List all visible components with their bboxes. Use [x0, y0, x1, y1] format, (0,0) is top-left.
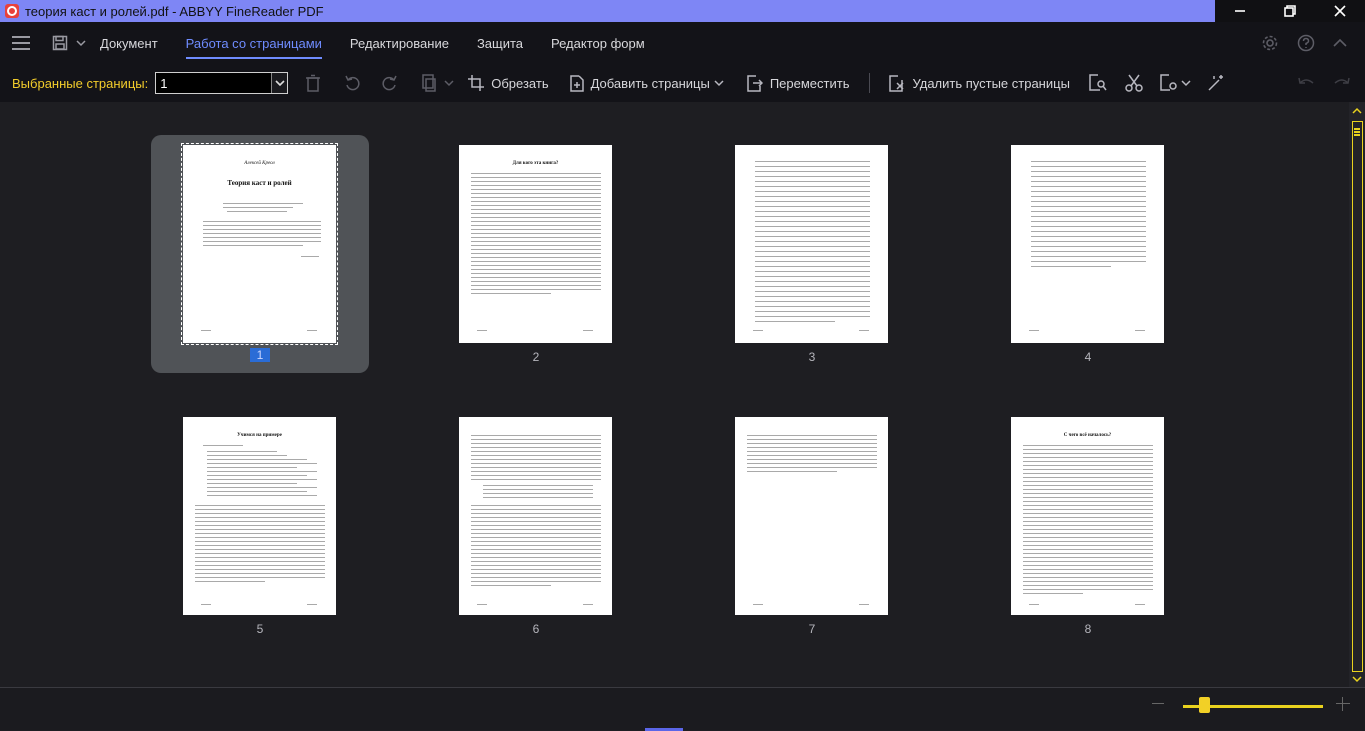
trash-icon [306, 74, 321, 92]
page-number-8[interactable]: 8 [1078, 622, 1098, 636]
tab-form-editor[interactable]: Редактор форм [551, 22, 645, 64]
page-thumbnail-5[interactable]: Учимся на примере [183, 417, 336, 615]
collapse-chevron-icon[interactable] [1333, 38, 1347, 48]
restore-button[interactable] [1265, 0, 1315, 22]
add-pages-label: Добавить страницы [590, 75, 710, 91]
gear-icon[interactable] [1261, 34, 1279, 52]
delete-blank-pages-button[interactable]: Удалить пустые страницы [889, 64, 1070, 102]
split-document-button[interactable] [1125, 64, 1143, 102]
tab-protection[interactable]: Защита [477, 22, 523, 64]
delete-blank-page-icon [889, 74, 905, 92]
page-number-5[interactable]: 5 [250, 622, 270, 636]
page-title: С чего всё началось? [1063, 433, 1112, 438]
extract-pages-button[interactable] [1089, 64, 1107, 102]
hamburger-menu-icon[interactable] [12, 36, 30, 50]
page-number-7[interactable]: 7 [802, 622, 822, 636]
move-page-icon [747, 74, 763, 92]
add-pages-button[interactable]: Добавить страницы [569, 64, 724, 102]
page-thumbnail-2[interactable]: Для кого эта книга? [459, 145, 612, 343]
page-thumbnail-4[interactable] [1011, 145, 1164, 343]
selected-pages-value: 1 [160, 75, 168, 91]
rotate-left-icon [345, 75, 360, 91]
window-title: теория каст и ролей.pdf - ABBYY FineRead… [25, 3, 324, 19]
rotate-right-icon [382, 75, 397, 91]
undo-button[interactable] [1297, 64, 1315, 102]
grip-icon [1354, 128, 1360, 136]
pages-icon [422, 74, 436, 92]
tab-document[interactable]: Документ [100, 22, 158, 64]
toolbar-divider [869, 73, 871, 93]
page-thumbnail-1[interactable]: Алексей Креол Теория каст и ролей [181, 143, 338, 345]
add-page-icon [569, 74, 584, 92]
page-thumbnail-6[interactable] [459, 417, 612, 615]
tab-editing[interactable]: Редактирование [350, 22, 449, 64]
move-pages-label: Переместить [769, 75, 850, 91]
delete-blank-pages-label: Удалить пустые страницы [912, 75, 1070, 91]
page-thumbnail-7[interactable] [735, 417, 888, 615]
redo-icon [1334, 77, 1350, 84]
crop-button[interactable]: Обрезать [468, 64, 549, 102]
magic-wand-icon [1208, 75, 1223, 91]
chevron-down-icon [1181, 80, 1191, 87]
page-number-4[interactable]: 4 [1078, 350, 1098, 364]
scissors-icon [1125, 74, 1143, 92]
menu-bar: Документ Работа со страницами Редактиров… [0, 22, 1365, 64]
help-icon[interactable] [1297, 34, 1315, 52]
app-icon [5, 4, 19, 18]
crop-icon [468, 75, 485, 91]
move-pages-button[interactable]: Переместить [747, 64, 850, 102]
page-settings-button[interactable] [1160, 64, 1191, 102]
vertical-scrollbar[interactable] [1349, 102, 1365, 687]
page-title: Учимся на примере [237, 433, 282, 438]
selected-pages-select[interactable]: 1 [155, 72, 289, 94]
undo-icon [1298, 77, 1314, 84]
close-button[interactable] [1315, 0, 1365, 22]
page-search-icon [1089, 74, 1107, 91]
crop-label: Обрезать [491, 75, 549, 91]
page-number-3[interactable]: 3 [802, 350, 822, 364]
page-toolbar: Выбранные страницы: 1 Обрезать Добавить … [0, 64, 1365, 102]
page-title: Теория каст и ролей [227, 179, 292, 187]
scrollbar-thumb[interactable] [1352, 121, 1363, 672]
selected-pages-label: Выбранные страницы: [12, 75, 149, 91]
minimize-button[interactable] [1215, 0, 1265, 22]
zoom-in-icon[interactable] [1336, 697, 1350, 711]
magic-enhance-button[interactable] [1207, 64, 1225, 102]
scroll-up-icon[interactable] [1349, 102, 1365, 118]
delete-page-button[interactable] [305, 64, 321, 102]
redo-button[interactable] [1333, 64, 1351, 102]
page-number-2[interactable]: 2 [526, 350, 546, 364]
page-title: Для кого эта книга? [512, 161, 559, 166]
chevron-down-icon[interactable] [271, 73, 288, 93]
chevron-down-icon [714, 80, 724, 87]
chevron-down-icon [444, 80, 454, 87]
page-thumbnail-3[interactable] [735, 145, 888, 343]
replace-pages-button[interactable] [420, 64, 454, 102]
zoom-out-icon[interactable] [1152, 703, 1164, 704]
save-icon[interactable] [52, 35, 68, 51]
page-number-6[interactable]: 6 [526, 622, 546, 636]
page-author: Алексей Креол [244, 161, 275, 166]
page-thumbnail-8[interactable]: С чего всё началось? [1011, 417, 1164, 615]
scroll-down-icon[interactable] [1349, 671, 1365, 687]
rotate-left-button[interactable] [344, 64, 360, 102]
zoom-slider-thumb[interactable] [1199, 697, 1210, 713]
rotate-right-button[interactable] [382, 64, 398, 102]
title-bar: теория каст и ролей.pdf - ABBYY FineRead… [0, 0, 1365, 22]
status-bar [0, 687, 1365, 731]
chevron-down-icon[interactable] [76, 39, 86, 47]
page-number-1[interactable]: 1 [250, 348, 270, 362]
tab-page-work[interactable]: Работа со страницами [185, 22, 323, 64]
page-settings-icon [1160, 74, 1177, 91]
